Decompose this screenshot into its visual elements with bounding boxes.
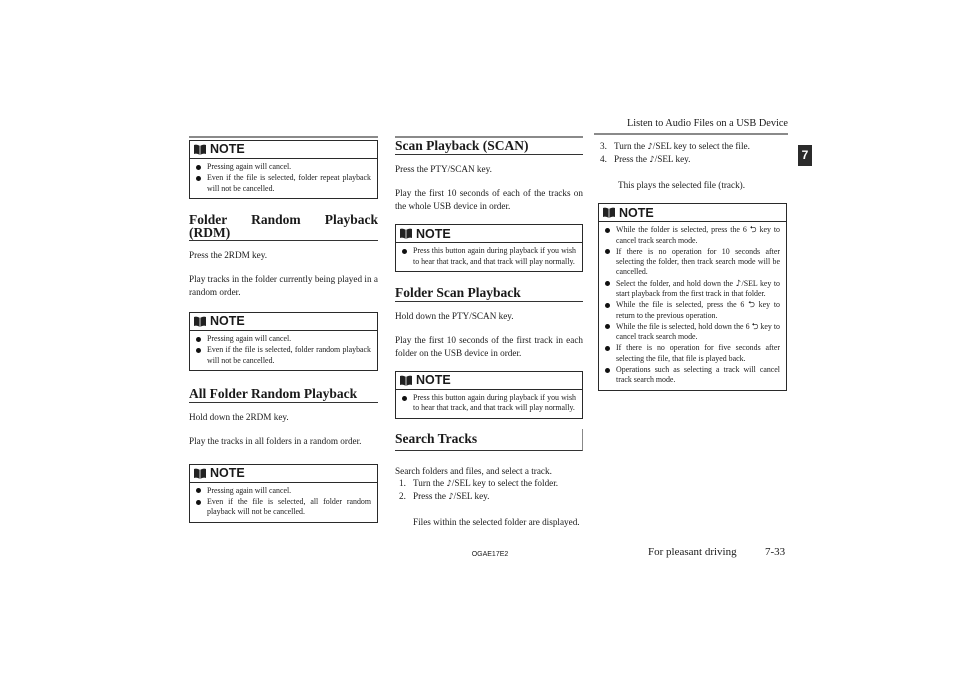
col1-top-rule — [189, 136, 378, 138]
book-note-icon — [194, 316, 206, 328]
note-item: Pressing again will cancel. — [196, 486, 371, 496]
step: 4. Press the ♪/SEL key. — [600, 154, 691, 166]
note-item: Even if the file is selected, folder ran… — [196, 345, 371, 366]
return-arrow-icon: ⮌ — [749, 225, 757, 236]
note-header: NOTE — [190, 313, 377, 332]
book-note-icon — [400, 228, 412, 240]
note-item: Press this button again during playback … — [402, 393, 576, 414]
note-item: Even if the file is selected, all folder… — [196, 497, 371, 518]
note-label: NOTE — [619, 205, 654, 220]
paragraph: Press the PTY/SCAN key. — [395, 164, 492, 174]
note-box: NOTE Pressing again will cancel. Even if… — [189, 463, 378, 523]
note-item: Even if the file is selected, folder rep… — [196, 173, 371, 194]
note-box: NOTE Press this button again during play… — [395, 371, 583, 419]
note-label: NOTE — [210, 142, 245, 157]
paragraph: Press the 2RDM key. — [189, 249, 268, 260]
note-header: NOTE — [396, 225, 582, 244]
note-item: Pressing again will cancel. — [196, 334, 371, 344]
book-note-icon — [400, 375, 412, 387]
book-note-icon — [194, 144, 206, 155]
step: 2. Press the ♪/SEL key. — [399, 491, 490, 503]
step: 1. Turn the ♪/SEL key to select the fold… — [399, 478, 559, 490]
note-header: NOTE — [396, 372, 582, 391]
paragraph: Search folders and files, and select a t… — [395, 465, 552, 476]
paragraph: Hold down the 2RDM key. — [189, 412, 289, 422]
paragraph: Play the first 10 seconds of the first t… — [395, 335, 583, 358]
book-note-icon — [194, 468, 206, 479]
return-arrow-icon: ⮌ — [748, 300, 755, 311]
page-number: 7-33 — [765, 546, 786, 558]
note-header: NOTE — [190, 141, 377, 159]
note-header: NOTE — [599, 204, 786, 223]
note-item: Select the folder, and hold down the ♪/S… — [605, 279, 780, 300]
note-item: Operations such as selecting a track wil… — [605, 365, 780, 386]
note-item: While the file is selected, hold down th… — [605, 322, 780, 343]
note-box: NOTE Pressing again will cancel. Even if… — [189, 312, 378, 371]
note-box: NOTE While the folder is selected, press… — [598, 203, 787, 391]
footer-section: For pleasant driving — [648, 546, 737, 558]
note-item: Pressing again will cancel. — [196, 162, 371, 172]
column-2: Scan Playback (SCAN) Press the PTY/SCAN … — [395, 139, 583, 528]
paragraph: Play the first 10 seconds of each of the… — [395, 188, 583, 211]
note-label: NOTE — [416, 226, 451, 241]
search-heading-box: Search Tracks — [395, 428, 583, 451]
chapter-tab: 7 — [798, 145, 812, 166]
section-heading: Folder Random Playback (RDM) — [189, 211, 378, 241]
note-item: If there is no operation for 10 seconds … — [605, 247, 780, 278]
note-label: NOTE — [416, 373, 451, 388]
book-note-icon — [603, 207, 615, 219]
paragraph: Hold down the PTY/SCAN key. — [395, 310, 514, 321]
section-heading: Folder Scan Playback — [395, 285, 583, 302]
paragraph: Files within the selected folder are dis… — [413, 516, 580, 527]
note-item: While the file is selected, press the 6 … — [605, 300, 780, 321]
note-header: NOTE — [190, 465, 377, 483]
paragraph: Play the tracks in all folders in a rand… — [189, 436, 362, 447]
note-item: If there is no operation for five second… — [605, 343, 780, 364]
column-3: 3. Turn the ♪/SEL key to select the file… — [598, 140, 787, 391]
running-header: Listen to Audio Files on a USB Device — [626, 118, 788, 129]
note-label: NOTE — [210, 314, 245, 329]
step: 3. Turn the ♪/SEL key to select the file… — [600, 141, 750, 152]
paragraph: Play tracks in the folder currently bein… — [189, 274, 378, 297]
column-1: NOTE Pressing again will cancel. Even if… — [189, 140, 378, 523]
note-box: NOTE Press this button again during play… — [395, 224, 583, 272]
note-item: While the folder is selected, press the … — [605, 225, 780, 246]
section-heading: Search Tracks — [395, 430, 478, 446]
note-item: Press this button again during playback … — [402, 246, 576, 267]
note-box: NOTE Pressing again will cancel. Even if… — [189, 140, 378, 199]
header-rule — [594, 133, 788, 135]
note-label: NOTE — [210, 466, 245, 481]
footer-code: OGAE17E2 — [471, 551, 509, 558]
section-heading: All Folder Random Playback — [189, 387, 378, 403]
section-heading: Scan Playback (SCAN) — [395, 139, 583, 155]
paragraph: This plays the selected file (track). — [618, 179, 746, 190]
